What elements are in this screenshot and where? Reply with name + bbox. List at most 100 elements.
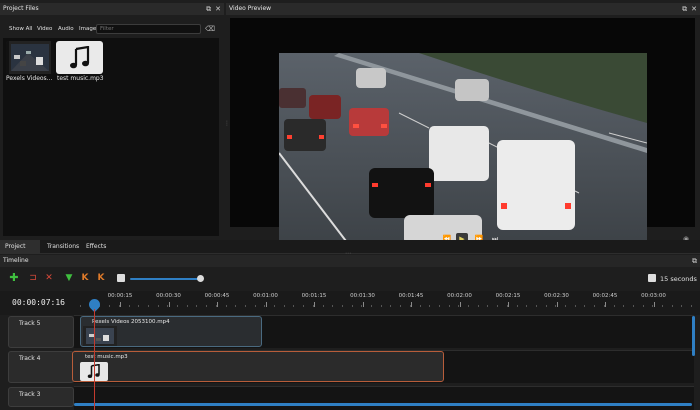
ruler-tick-label: 00:01:15 bbox=[301, 293, 327, 299]
zoom-slider-track[interactable] bbox=[130, 278, 202, 280]
ruler-minor-tick bbox=[516, 305, 518, 307]
video-preview-title-bar: Video Preview ⧉ ✕ bbox=[226, 3, 700, 15]
ruler-minor-tick bbox=[293, 305, 295, 307]
ruler-tick-label: 00:01:45 bbox=[398, 293, 424, 299]
ruler-minor-tick bbox=[603, 305, 605, 307]
ruler-tick-label: 00:00:45 bbox=[204, 293, 230, 299]
ruler-tick bbox=[168, 302, 170, 307]
ruler-minor-tick bbox=[254, 305, 256, 307]
ruler-minor-tick bbox=[341, 305, 343, 307]
zoom-in-icon[interactable] bbox=[648, 274, 656, 282]
ruler-minor-tick bbox=[652, 305, 654, 307]
ruler-minor-tick bbox=[691, 305, 693, 307]
ruler-minor-tick bbox=[80, 305, 81, 307]
previous-marker-icon[interactable]: K bbox=[80, 273, 90, 283]
filter-tab-video[interactable]: Video bbox=[37, 24, 52, 34]
ruler-tick-label: 00:01:30 bbox=[350, 293, 375, 299]
video-thumbnail-icon bbox=[6, 41, 54, 74]
ruler-minor-tick bbox=[167, 305, 169, 307]
file-thumbnail-audio[interactable] bbox=[56, 41, 103, 74]
ruler-minor-tick bbox=[312, 305, 314, 307]
ruler-minor-tick bbox=[555, 305, 557, 307]
filter-tab-audio[interactable]: Audio bbox=[58, 24, 74, 34]
next-marker-icon[interactable]: K bbox=[96, 273, 106, 283]
file-name-video: Pexels Videos... bbox=[6, 75, 53, 82]
zoom-out-icon[interactable] bbox=[116, 273, 126, 283]
ruler-minor-tick bbox=[623, 305, 625, 307]
ruler-minor-tick bbox=[448, 305, 450, 307]
ruler-minor-tick bbox=[235, 305, 237, 307]
float-icon[interactable]: ⧉ bbox=[206, 3, 211, 15]
float-icon[interactable]: ⧉ bbox=[692, 255, 697, 267]
track-label: Track 3 bbox=[19, 391, 41, 398]
ruler-tick bbox=[411, 302, 412, 307]
ruler-minor-tick bbox=[361, 305, 363, 307]
close-icon[interactable]: ✕ bbox=[215, 3, 221, 15]
clip-label: test music.mp3 bbox=[85, 354, 128, 360]
ruler-minor-tick bbox=[225, 305, 227, 307]
ruler-minor-tick bbox=[545, 305, 547, 307]
ruler-minor-tick bbox=[390, 305, 392, 307]
ruler-minor-tick bbox=[613, 305, 615, 307]
horizontal-scrollbar[interactable] bbox=[74, 403, 692, 406]
track-header-5[interactable]: Track 5 bbox=[8, 316, 74, 348]
panel-splitter[interactable]: ⋮ bbox=[224, 121, 230, 132]
track-lane-3[interactable] bbox=[74, 386, 694, 410]
file-thumbnail-video[interactable] bbox=[6, 41, 54, 74]
ruler-tick bbox=[314, 302, 315, 307]
ruler-minor-tick bbox=[584, 305, 586, 307]
track-label: Track 5 bbox=[19, 320, 41, 327]
video-preview-title: Video Preview bbox=[229, 5, 272, 12]
ruler-tick bbox=[217, 302, 218, 307]
vertical-scrollbar[interactable] bbox=[692, 316, 695, 356]
tab-effects[interactable]: Effects bbox=[86, 240, 106, 254]
clear-filter-icon[interactable]: ⌫ bbox=[205, 24, 215, 34]
ruler-minor-tick bbox=[303, 305, 305, 307]
ruler-minor-tick bbox=[438, 305, 440, 307]
ruler-minor-tick bbox=[487, 305, 489, 307]
track-header-3[interactable]: Track 3 bbox=[8, 387, 74, 407]
filter-input[interactable] bbox=[96, 24, 201, 34]
snapping-icon[interactable]: ⊐ bbox=[28, 273, 38, 283]
filter-tab-show-all[interactable]: Show All bbox=[9, 24, 32, 34]
timeline-title-bar: Timeline ⧉ bbox=[0, 255, 700, 267]
zoom-slider-handle[interactable] bbox=[197, 275, 204, 282]
ruler-tick bbox=[362, 302, 364, 307]
audio-clip[interactable]: test music.mp3 bbox=[72, 351, 444, 382]
video-clip[interactable]: Pexels Videos 2053100.mp4 bbox=[80, 316, 262, 347]
ruler-minor-tick bbox=[506, 305, 508, 307]
ruler-minor-tick bbox=[215, 305, 217, 307]
track-header-4[interactable]: Track 4 bbox=[8, 351, 74, 383]
zoom-label: 15 seconds bbox=[660, 275, 697, 283]
ruler-minor-tick bbox=[109, 305, 111, 307]
ruler-minor-tick bbox=[565, 305, 566, 307]
current-time: 00:00:07:16 bbox=[12, 298, 65, 307]
clip-label: Pexels Videos 2053100.mp4 bbox=[92, 319, 170, 325]
ruler-minor-tick bbox=[409, 305, 411, 307]
ruler-tick bbox=[265, 302, 267, 307]
timeline-title: Timeline bbox=[3, 257, 29, 264]
ruler-tick-label: 00:02:00 bbox=[447, 293, 472, 299]
close-icon[interactable]: ✕ bbox=[691, 3, 697, 15]
ruler-minor-tick bbox=[574, 305, 576, 307]
ruler-minor-tick bbox=[118, 305, 120, 307]
ruler-minor-tick bbox=[274, 305, 275, 307]
tab-transitions[interactable]: Transitions bbox=[47, 240, 79, 254]
razor-icon[interactable]: ✕ bbox=[44, 273, 54, 283]
float-icon[interactable]: ⧉ bbox=[682, 3, 687, 15]
ruler-minor-tick bbox=[594, 305, 596, 307]
playhead-line bbox=[94, 309, 95, 410]
ruler-minor-tick bbox=[351, 305, 353, 307]
tab-project-files[interactable]: Project Files bbox=[0, 240, 40, 264]
ruler-minor-tick bbox=[128, 305, 130, 307]
track-label: Track 4 bbox=[19, 355, 41, 362]
ruler-minor-tick bbox=[419, 305, 421, 307]
add-marker-icon[interactable]: ▼ bbox=[64, 273, 74, 283]
add-track-icon[interactable]: ✚ bbox=[9, 272, 19, 283]
ruler-minor-tick bbox=[662, 305, 663, 307]
ruler-tick bbox=[653, 302, 655, 307]
project-files-list: Pexels Videos... test music.mp3 bbox=[3, 38, 219, 236]
ruler-minor-tick bbox=[206, 305, 208, 307]
ruler-minor-tick bbox=[157, 305, 159, 307]
filter-tab-image[interactable]: Image bbox=[79, 24, 96, 34]
